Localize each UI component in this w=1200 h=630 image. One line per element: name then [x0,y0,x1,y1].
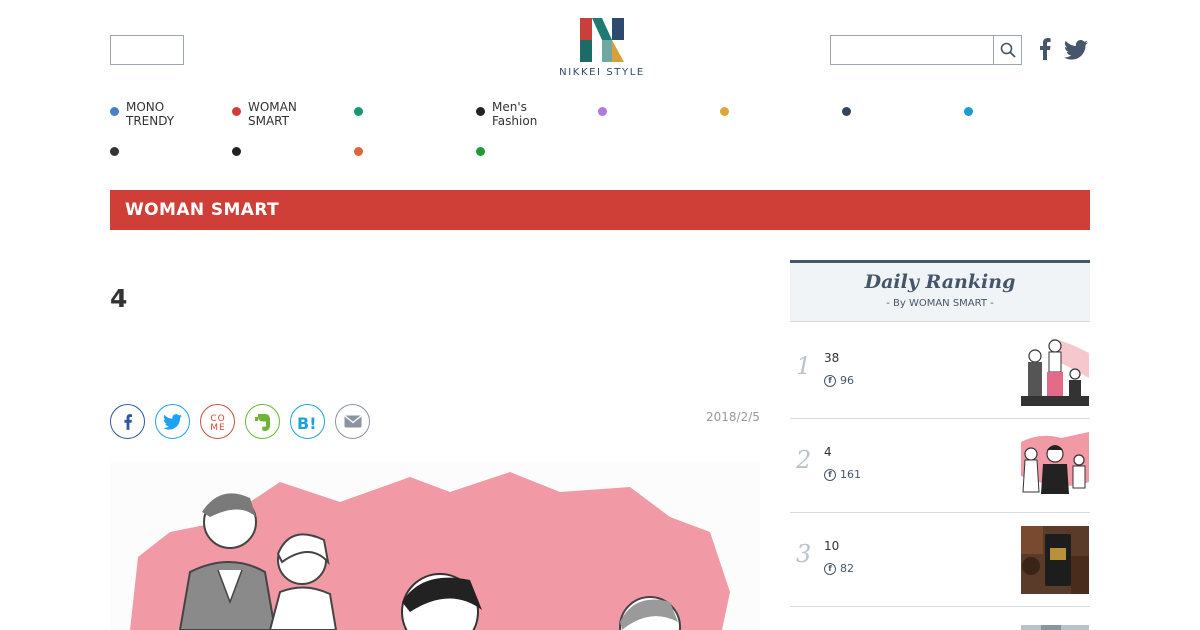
share-hatena-button[interactable]: B! [290,404,325,439]
facebook-link[interactable] [1038,38,1052,64]
thumbnail-photo [1021,526,1089,594]
nikkei-style-logo[interactable]: NIKKEI STYLE [557,18,647,82]
ranking-item[interactable]: 3 10 f 82 [790,512,1090,607]
nav-item-7[interactable] [842,100,858,116]
rank-count-value: 161 [840,468,861,481]
search-input[interactable] [831,36,991,64]
article-date: 2018/2/5 [706,410,760,424]
facebook-icon [1040,38,1051,60]
evernote-icon [254,413,270,431]
nav-dot-icon [232,147,241,156]
nav-dot-icon [964,107,973,116]
thumbnail-photo [1021,625,1089,630]
rank-count-value: 96 [840,374,854,387]
mail-icon [344,415,361,428]
nav-dot-icon [476,107,485,116]
ranking-title: Daily Ranking [864,271,1016,293]
hatena-bookmark-icon: B! [297,414,317,430]
nav-dot-icon [354,107,363,116]
nav-dot-icon [110,107,119,116]
nav-item-mono-trendy[interactable]: MONO TRENDY [110,100,174,128]
nav-item-11[interactable] [354,140,370,156]
svg-text:ME: ME [210,423,225,433]
rank-share-count: f 82 [824,562,854,575]
nav-item-6[interactable] [720,100,736,116]
nav-item-label: WOMAN SMART [248,100,297,128]
nav-item-woman-smart[interactable]: WOMAN SMART [232,100,297,128]
rank-thumbnail [1021,620,1089,630]
rank-share-count: f 96 [824,374,854,387]
share-facebook-button[interactable] [110,404,145,439]
search-box [830,35,1022,65]
nav-dot-icon [232,107,241,116]
logo-text: NIKKEI STYLE [559,67,645,78]
rank-number: 2 [796,446,812,474]
nav-dot-icon [354,147,363,156]
share-mail-button[interactable] [335,404,370,439]
nav-dot-icon [720,107,729,116]
search-button[interactable] [993,36,1021,64]
nav-item-10[interactable] [232,140,248,156]
rank-number: 1 [796,352,812,380]
rank-title: 38 [824,351,840,365]
rank-thumbnail [1021,432,1089,500]
nav-item-9[interactable] [110,140,126,156]
ranking-item[interactable] [790,606,1090,630]
ranking-subtitle: - By WOMAN SMART - [886,298,994,309]
come-logo-icon: CO ME [210,414,225,433]
nav-item-12[interactable] [476,140,492,156]
nav-dot-icon [110,147,119,156]
facebook-icon [123,413,132,430]
share-twitter-button[interactable] [155,404,190,439]
thumbnail-illustration [1021,338,1089,406]
nav-item-8[interactable] [964,100,980,116]
rank-thumbnail [1021,338,1089,406]
twitter-link[interactable] [1064,40,1088,64]
nav-dot-icon [598,107,607,116]
facebook-icon: f [824,468,836,481]
article-hero-illustration [110,462,760,630]
daily-ranking-panel: Daily Ranking - By WOMAN SMART - 1 38 f … [790,260,1090,630]
rank-number: 3 [796,540,812,568]
nav-item-5[interactable] [598,100,614,116]
nav-item-label: Men's Fashion [492,100,538,128]
twitter-icon [1064,40,1088,60]
thumbnail-illustration [1021,432,1089,500]
category-header-bar: WOMAN SMART [110,190,1090,230]
ranking-item[interactable]: 1 38 f 96 [790,324,1090,419]
category-title: WOMAN SMART [125,200,280,220]
logo-n-icon [580,18,624,62]
facebook-icon: f [824,374,836,387]
illustration-image [130,472,730,630]
rank-title: 10 [824,539,840,553]
rank-share-count: f 161 [824,468,861,481]
header-menu-box[interactable] [110,35,184,65]
twitter-icon [163,413,182,430]
rank-title: 4 [824,445,832,459]
share-come-button[interactable]: CO ME [200,404,235,439]
share-buttons: CO ME B! [110,404,370,439]
share-evernote-button[interactable] [245,404,280,439]
nav-item-3[interactable] [354,100,370,116]
nav-item-mens-fashion[interactable]: Men's Fashion [476,100,537,128]
rank-count-value: 82 [840,562,854,575]
facebook-icon: f [824,562,836,575]
svg-text:B!: B! [297,414,317,430]
search-icon [1000,42,1016,58]
nav-dot-icon [842,107,851,116]
nav-dot-icon [476,147,485,156]
article-title: 4 [110,284,128,313]
ranking-item[interactable]: 2 4 f 161 [790,418,1090,513]
nav-item-label: MONO TRENDY [126,100,175,128]
rank-thumbnail [1021,526,1089,594]
ranking-header: Daily Ranking - By WOMAN SMART - [790,260,1090,322]
